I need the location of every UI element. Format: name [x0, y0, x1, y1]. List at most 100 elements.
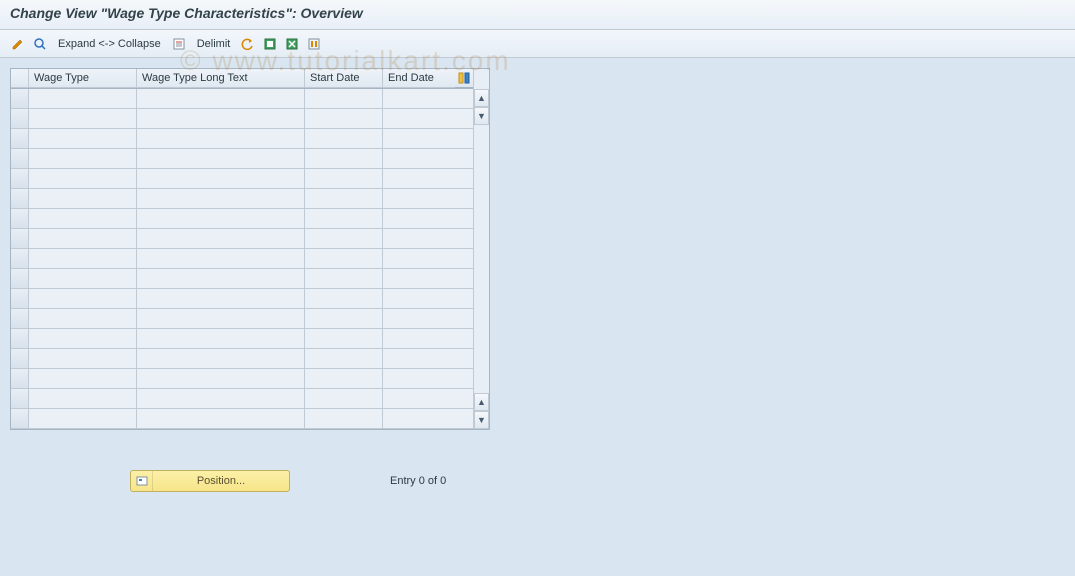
cell-wage-type-long-text[interactable]: [137, 289, 305, 309]
cell-wage-type[interactable]: [29, 149, 137, 169]
cell-start-date[interactable]: [305, 309, 383, 329]
cell-start-date[interactable]: [305, 129, 383, 149]
col-header-wage-type-long-text[interactable]: Wage Type Long Text: [137, 69, 305, 88]
row-selector[interactable]: [11, 209, 29, 229]
scroll-down-button[interactable]: ▼: [474, 411, 489, 429]
cell-start-date[interactable]: [305, 389, 383, 409]
cell-end-date[interactable]: [383, 229, 455, 249]
cell-start-date[interactable]: [305, 169, 383, 189]
cell-end-date[interactable]: [383, 109, 455, 129]
cell-wage-type-long-text[interactable]: [137, 349, 305, 369]
cell-wage-type[interactable]: [29, 309, 137, 329]
row-selector-header[interactable]: [11, 69, 29, 88]
cell-wage-type-long-text[interactable]: [137, 389, 305, 409]
cell-start-date[interactable]: [305, 189, 383, 209]
scroll-track[interactable]: [474, 125, 489, 393]
cell-wage-type-long-text[interactable]: [137, 89, 305, 109]
row-selector[interactable]: [11, 249, 29, 269]
delimit-button[interactable]: Delimit: [193, 38, 235, 50]
deselect-all-icon[interactable]: [284, 36, 300, 52]
cell-wage-type[interactable]: [29, 289, 137, 309]
cell-wage-type-long-text[interactable]: [137, 249, 305, 269]
cell-end-date[interactable]: [383, 89, 455, 109]
cell-wage-type-long-text[interactable]: [137, 369, 305, 389]
row-selector[interactable]: [11, 149, 29, 169]
cell-start-date[interactable]: [305, 229, 383, 249]
row-selector[interactable]: [11, 189, 29, 209]
cell-wage-type-long-text[interactable]: [137, 149, 305, 169]
cell-wage-type-long-text[interactable]: [137, 209, 305, 229]
cell-end-date[interactable]: [383, 349, 455, 369]
cell-wage-type[interactable]: [29, 209, 137, 229]
cell-wage-type[interactable]: [29, 129, 137, 149]
cell-wage-type[interactable]: [29, 409, 137, 429]
expand-collapse-button[interactable]: Expand <-> Collapse: [54, 38, 165, 50]
row-selector[interactable]: [11, 89, 29, 109]
cell-start-date[interactable]: [305, 149, 383, 169]
cell-wage-type-long-text[interactable]: [137, 129, 305, 149]
cell-wage-type[interactable]: [29, 349, 137, 369]
cell-wage-type-long-text[interactable]: [137, 269, 305, 289]
cell-start-date[interactable]: [305, 409, 383, 429]
cell-start-date[interactable]: [305, 89, 383, 109]
cell-end-date[interactable]: [383, 209, 455, 229]
cell-wage-type[interactable]: [29, 169, 137, 189]
row-selector[interactable]: [11, 269, 29, 289]
scroll-thumb[interactable]: ▼: [474, 107, 489, 125]
cell-wage-type-long-text[interactable]: [137, 109, 305, 129]
cell-wage-type-long-text[interactable]: [137, 169, 305, 189]
row-selector[interactable]: [11, 109, 29, 129]
cell-end-date[interactable]: [383, 129, 455, 149]
cell-end-date[interactable]: [383, 169, 455, 189]
cell-start-date[interactable]: [305, 209, 383, 229]
cell-wage-type[interactable]: [29, 329, 137, 349]
cell-end-date[interactable]: [383, 389, 455, 409]
cell-wage-type[interactable]: [29, 269, 137, 289]
select-all-icon[interactable]: [262, 36, 278, 52]
undo-icon[interactable]: [240, 36, 256, 52]
row-selector[interactable]: [11, 309, 29, 329]
cell-wage-type[interactable]: [29, 229, 137, 249]
cell-wage-type-long-text[interactable]: [137, 189, 305, 209]
change-icon[interactable]: [10, 36, 26, 52]
col-header-start-date[interactable]: Start Date: [305, 69, 383, 88]
col-header-end-date[interactable]: End Date: [383, 69, 455, 88]
cell-start-date[interactable]: [305, 249, 383, 269]
row-selector[interactable]: [11, 169, 29, 189]
row-selector[interactable]: [11, 369, 29, 389]
row-selector[interactable]: [11, 129, 29, 149]
table-config-icon[interactable]: [455, 69, 473, 88]
row-selector[interactable]: [11, 329, 29, 349]
row-selector[interactable]: [11, 229, 29, 249]
cell-wage-type[interactable]: [29, 369, 137, 389]
col-header-wage-type[interactable]: Wage Type: [29, 69, 137, 88]
cell-end-date[interactable]: [383, 369, 455, 389]
cell-end-date[interactable]: [383, 249, 455, 269]
cell-wage-type-long-text[interactable]: [137, 329, 305, 349]
cell-wage-type[interactable]: [29, 109, 137, 129]
row-selector[interactable]: [11, 289, 29, 309]
row-selector[interactable]: [11, 349, 29, 369]
cell-start-date[interactable]: [305, 369, 383, 389]
details-icon[interactable]: [32, 36, 48, 52]
scroll-up-button[interactable]: ▲: [474, 89, 489, 107]
row-selector[interactable]: [11, 389, 29, 409]
cell-end-date[interactable]: [383, 309, 455, 329]
cell-end-date[interactable]: [383, 269, 455, 289]
row-selector[interactable]: [11, 409, 29, 429]
cell-wage-type[interactable]: [29, 189, 137, 209]
cell-wage-type-long-text[interactable]: [137, 409, 305, 429]
cell-start-date[interactable]: [305, 349, 383, 369]
cell-end-date[interactable]: [383, 409, 455, 429]
position-button[interactable]: Position...: [130, 470, 290, 492]
cell-end-date[interactable]: [383, 289, 455, 309]
scroll-up2-button[interactable]: ▲: [474, 393, 489, 411]
new-entries-icon[interactable]: [171, 36, 187, 52]
cell-start-date[interactable]: [305, 289, 383, 309]
cell-start-date[interactable]: [305, 109, 383, 129]
cell-end-date[interactable]: [383, 189, 455, 209]
cell-wage-type[interactable]: [29, 389, 137, 409]
cell-wage-type[interactable]: [29, 249, 137, 269]
cell-start-date[interactable]: [305, 329, 383, 349]
cell-wage-type[interactable]: [29, 89, 137, 109]
